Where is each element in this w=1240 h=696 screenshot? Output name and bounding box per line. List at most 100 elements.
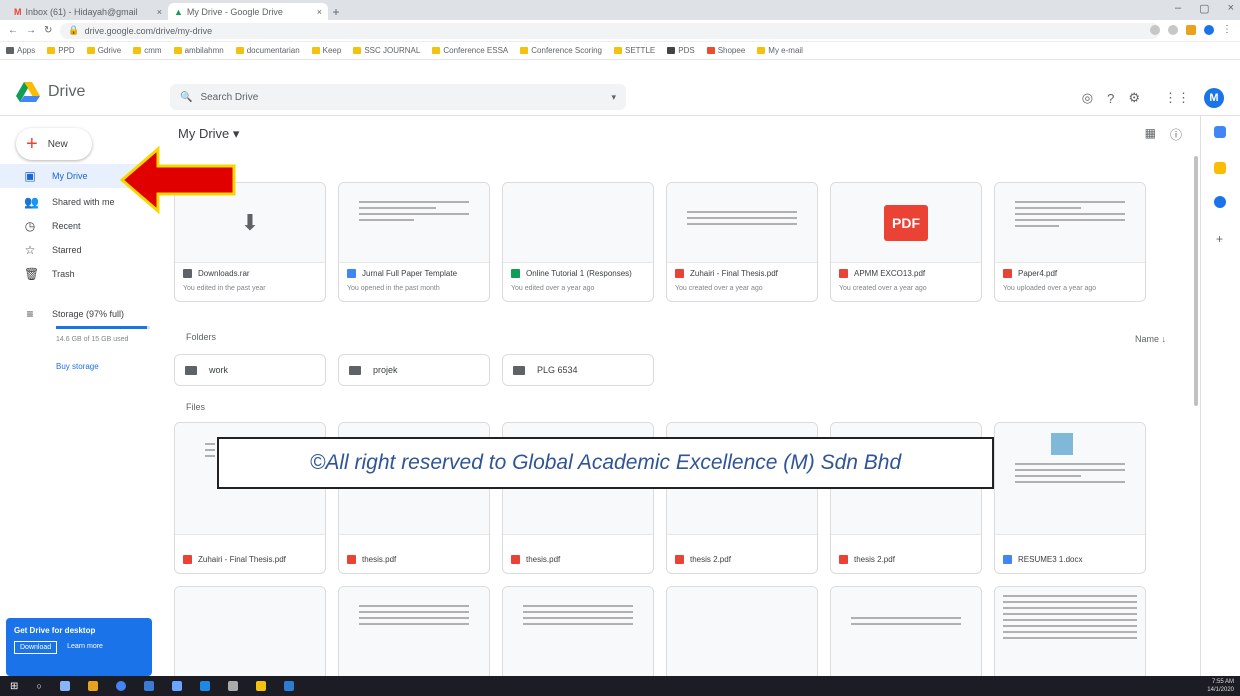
search-icon[interactable]: ○ [36, 681, 41, 691]
pdf-file-icon [675, 555, 684, 564]
bookmark-item[interactable]: PDS [667, 46, 695, 55]
archive-file-icon [183, 269, 192, 278]
taskbar-app-icon[interactable] [143, 681, 154, 691]
folder-item[interactable]: work [174, 354, 326, 386]
taskbar-app-icon[interactable] [227, 681, 238, 691]
maximize-button[interactable]: ▢ [1199, 2, 1209, 15]
close-tab-icon[interactable]: × [317, 7, 322, 17]
sidebar-item-storage[interactable]: ≡ Storage (97% full) [0, 302, 156, 326]
file-card[interactable] [174, 586, 326, 676]
scrollbar-thumb[interactable] [1194, 156, 1198, 406]
bookmark-item[interactable]: Conference ESSA [432, 46, 508, 55]
drive-logo[interactable]: Drive [16, 82, 85, 102]
forward-icon[interactable]: → [26, 25, 36, 36]
sort-control[interactable]: Name ↓ [1135, 334, 1166, 344]
back-icon[interactable]: ← [8, 25, 18, 36]
bookmark-item[interactable]: Gdrive [86, 46, 121, 55]
apps-grid-icon[interactable]: ⋮⋮ [1164, 90, 1190, 106]
buy-storage-link[interactable]: Buy storage [56, 362, 99, 371]
taskbar-app-icon[interactable] [87, 681, 98, 691]
windows-start-icon[interactable]: ⊞ [10, 681, 18, 692]
search-input[interactable]: 🔍 Search Drive ▾ [170, 84, 626, 110]
menu-icon[interactable]: ⋮ [1222, 24, 1232, 35]
search-placeholder: Search Drive [200, 91, 259, 103]
star-bookmark-icon[interactable] [1168, 24, 1178, 35]
bookmark-item[interactable]: documentarian [235, 46, 300, 55]
reload-icon[interactable]: ↻ [44, 25, 52, 36]
chrome-icon[interactable] [115, 681, 126, 691]
help-icon[interactable]: ? [1107, 91, 1114, 106]
quick-access-card[interactable]: Zuhairi - Final Thesis.pdf You created o… [666, 182, 818, 302]
bookmark-item[interactable]: cmm [133, 46, 162, 55]
file-card[interactable] [502, 586, 654, 676]
bookmark-item[interactable]: My e-mail [757, 46, 803, 55]
sidebar-item-recent[interactable]: ◷ Recent [0, 214, 156, 238]
bookmark-item[interactable]: Shopee [706, 46, 745, 55]
file-card[interactable] [830, 586, 982, 676]
taskbar-app-icon[interactable] [255, 681, 266, 691]
file-card[interactable] [994, 586, 1146, 676]
bookmark-item[interactable]: SETTLE [614, 46, 655, 55]
gmail-icon: M [14, 6, 22, 17]
grid-view-icon[interactable]: ▦ [1145, 126, 1156, 143]
folder-icon [349, 365, 361, 375]
folder-item[interactable]: PLG 6534 [502, 354, 654, 386]
avatar[interactable]: M [1204, 88, 1224, 108]
sidebar-item-starred[interactable]: ☆ Starred [0, 238, 156, 262]
offline-status-icon[interactable]: ◎ [1082, 90, 1093, 106]
taskbar-app-icon[interactable] [283, 681, 294, 691]
bookmark-item[interactable]: Conference Scoring [520, 46, 602, 55]
file-thumbnail [503, 587, 653, 676]
file-card[interactable]: RESUME3 1.docx [994, 422, 1146, 574]
sidebar-item-label: Starred [52, 245, 82, 255]
task-view-icon[interactable] [59, 681, 70, 691]
bookmark-item[interactable]: Keep [311, 46, 341, 55]
doc-file-icon [347, 269, 356, 278]
gear-icon[interactable]: ⚙ [1128, 90, 1140, 106]
system-clock: 7:55 AM 14/1/2020 [1207, 679, 1234, 693]
info-icon[interactable]: ⓘ [1170, 126, 1182, 143]
quick-access-card[interactable]: Paper4.pdf You uploaded over a year ago [994, 182, 1146, 302]
profile-icon[interactable] [1204, 24, 1214, 35]
extension-icon[interactable] [1186, 24, 1196, 35]
keep-icon[interactable] [1214, 162, 1226, 174]
close-tab-icon[interactable]: × [157, 7, 162, 17]
taskbar-app-icon[interactable] [199, 681, 210, 691]
folder-item[interactable]: projek [338, 354, 490, 386]
drive-logo-icon [16, 82, 40, 102]
page-title[interactable]: My Drive ▾ [178, 126, 239, 142]
taskbar-app-icon[interactable] [171, 681, 182, 691]
bookmark-item[interactable]: SSC JOURNAL [353, 46, 420, 55]
close-window-button[interactable]: × [1228, 2, 1234, 15]
search-icon: 🔍 [180, 91, 193, 103]
new-button[interactable]: + New [16, 128, 92, 160]
quick-access-card[interactable]: Jurnal Full Paper Template You opened in… [338, 182, 490, 302]
extension-icon[interactable] [1150, 24, 1160, 35]
browser-tab-gmail[interactable]: M Inbox (61) - Hidayah@gmail × [8, 3, 168, 20]
file-thumbnail [831, 587, 981, 676]
add-addon-icon[interactable]: + [1216, 232, 1223, 246]
search-options-icon[interactable]: ▾ [611, 92, 616, 103]
address-bar[interactable]: 🔒 drive.google.com/drive/my-drive [60, 22, 1161, 39]
pdf-file-icon [839, 555, 848, 564]
download-button[interactable]: Download [14, 641, 58, 654]
folder-icon [235, 47, 244, 54]
new-tab-button[interactable]: + [328, 3, 344, 20]
quick-access-card[interactable]: Online Tutorial 1 (Responses) You edited… [502, 182, 654, 302]
file-card[interactable] [666, 586, 818, 676]
browser-tab-drive[interactable]: ▲ My Drive - Google Drive × [168, 3, 328, 20]
storage-progress-fill [56, 326, 148, 329]
calendar-icon[interactable] [1214, 126, 1226, 138]
quick-access-card[interactable]: PDF APMM EXCO13.pdf You created over a y… [830, 182, 982, 302]
file-card[interactable] [338, 586, 490, 676]
tasks-icon[interactable] [1214, 196, 1226, 208]
drive-icon: ▲ [174, 6, 183, 17]
file-name: Paper4.pdf [1018, 269, 1058, 278]
bookmark-item[interactable]: Apps [6, 46, 35, 55]
bookmark-item[interactable]: ambilahmn [173, 46, 224, 55]
learn-more-button[interactable]: Learn more [63, 641, 107, 654]
bookmark-item[interactable]: PPD [47, 46, 75, 55]
sidebar-item-trash[interactable]: 🗑 Trash [0, 262, 156, 286]
url-text: drive.google.com/drive/my-drive [84, 25, 213, 36]
minimize-button[interactable]: – [1175, 2, 1181, 15]
